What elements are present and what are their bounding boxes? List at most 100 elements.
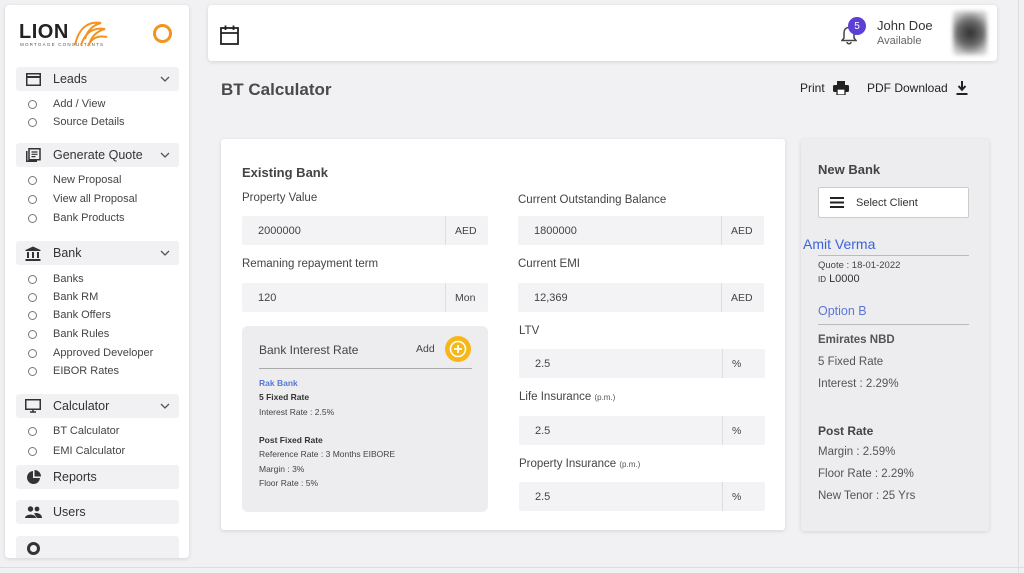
sidebar-item-bank-offers[interactable]: Bank Offers [28,309,111,321]
unit-percent: % [722,349,765,378]
sidebar: LION MORTGAGE CONSULTANTS Leads Add / Vi… [5,5,189,558]
user-status: Available [877,35,922,47]
page-title: BT Calculator [221,80,332,99]
rate-bank-name[interactable]: Rak Bank [259,378,298,388]
life-insurance-field[interactable]: 2.5 % [519,416,765,445]
property-value-field[interactable]: 2000000 AED [242,216,488,245]
sidebar-item-label: Add / View [53,98,106,110]
lion-mane-icon [74,21,108,47]
radio-icon [28,446,37,456]
nav-users[interactable]: Users [16,500,179,524]
quote-date: Quote : 18-01-2022 [818,260,901,271]
add-label[interactable]: Add [416,343,435,355]
property-value-label: Property Value [242,192,318,204]
nav-reports[interactable]: Reports [16,465,179,489]
outstanding-balance-field[interactable]: 1800000 AED [518,216,764,245]
radio-icon [28,348,37,358]
print-button[interactable]: Print [800,81,849,95]
chevron-down-icon [160,152,170,158]
nav-label: Calculator [53,399,110,413]
print-label: Print [800,81,825,95]
new-bank-title: New Bank [818,162,881,177]
repayment-term-input[interactable]: 120 [242,292,445,304]
repayment-term-field[interactable]: 120 Mon [242,283,488,312]
new-margin: Margin : 2.59% [818,446,896,458]
reference-rate: Reference Rate : 3 Months EIBORE [259,449,396,459]
current-emi-input[interactable]: 12,369 [518,292,721,304]
post-fixed-rate-title: Post Fixed Rate [259,435,323,445]
current-emi-label: Current EMI [518,258,580,270]
bottom-border [0,567,1024,568]
nav-label: Reports [53,470,97,484]
ltv-input[interactable]: 2.5 [519,358,722,370]
sidebar-item-approved-developer[interactable]: Approved Developer [28,347,153,359]
current-emi-field[interactable]: 12,369 AED [518,283,764,312]
property-insurance-input[interactable]: 2.5 [519,491,722,503]
pdf-download-button[interactable]: PDF Download [867,81,968,95]
select-client-label: Select Client [856,196,918,209]
unit-percent: % [722,416,765,445]
sidebar-item-label: Bank Rules [53,328,110,340]
radio-icon [28,366,37,376]
calendar-icon[interactable] [220,25,239,45]
ltv-field[interactable]: 2.5 % [519,349,765,378]
post-rate-title: Post Rate [818,424,874,438]
nav-calculator[interactable]: Calculator [16,394,179,418]
sidebar-item-bank-rules[interactable]: Bank Rules [28,328,109,340]
status-ring-icon[interactable] [153,24,172,43]
gear-icon [24,539,42,557]
add-rate-button[interactable] [445,336,471,362]
scrollbar-track[interactable] [1018,0,1019,573]
sidebar-item-emi-calculator[interactable]: EMI Calculator [28,445,125,457]
client-name[interactable]: Amit Verma [803,236,875,252]
radio-icon [28,274,37,284]
sidebar-item-label: Source Details [53,116,125,128]
sidebar-item-add-view[interactable]: Add / View [28,98,105,110]
bank-icon [24,244,42,262]
nav-generate-quote[interactable]: Generate Quote [16,143,179,167]
option-label[interactable]: Option B [818,304,867,318]
bank-interest-rate-panel: Bank Interest Rate Add Rak Bank 5 Fixed … [242,326,488,512]
interest-rate-value: Interest Rate : 2.5% [259,407,335,417]
radio-icon [28,329,37,339]
document-icon [24,146,42,164]
select-client-dropdown[interactable]: Select Client [818,187,969,218]
radio-icon [28,213,37,223]
sidebar-item-bt-calculator[interactable]: BT Calculator [28,425,119,437]
property-insurance-field[interactable]: 2.5 % [519,482,765,511]
sidebar-item-view-all-proposal[interactable]: View all Proposal [28,193,137,205]
users-icon [24,503,42,521]
life-insurance-input[interactable]: 2.5 [519,425,722,437]
new-tenor: New Tenor : 25 Yrs [818,490,916,502]
per-month-suffix: (p.m.) [619,460,641,469]
outstanding-balance-label: Current Outstanding Balance [518,194,667,206]
sidebar-item-source-details[interactable]: Source Details [28,116,125,128]
radio-icon [28,310,37,320]
id-value: L0000 [829,273,860,285]
floor-rate-value: Floor Rate : 5% [259,478,319,488]
download-icon [956,81,968,95]
notification-badge[interactable]: 5 [848,17,866,35]
sidebar-item-bank-products[interactable]: Bank Products [28,212,125,224]
list-icon [830,197,844,208]
sidebar-item-banks[interactable]: Banks [28,273,84,285]
sidebar-item-label: View all Proposal [53,193,138,205]
printer-icon [832,81,849,95]
outstanding-balance-input[interactable]: 1800000 [518,225,721,237]
radio-icon [28,117,37,127]
nav-bank[interactable]: Bank [16,241,179,265]
sidebar-item-label: EMI Calculator [53,445,126,457]
plus-circle-icon [449,340,467,358]
repayment-term-label: Remaning repayment term [242,258,379,270]
sidebar-item-eibor-rates[interactable]: EIBOR Rates [28,365,119,377]
property-value-input[interactable]: 2000000 [242,225,445,237]
unit-percent: % [722,482,765,511]
sidebar-item-bank-rm[interactable]: Bank RM [28,291,98,303]
nav-leads[interactable]: Leads [16,67,179,91]
avatar[interactable] [953,11,987,55]
nav-settings-partial[interactable] [16,536,179,558]
sidebar-item-new-proposal[interactable]: New Proposal [28,174,121,186]
property-insurance-label: Property Insurance (p.m.) [519,458,640,470]
life-insurance-label-text: Life Insurance [519,391,592,403]
lion-logo[interactable]: LION MORTGAGE CONSULTANTS [17,19,127,53]
